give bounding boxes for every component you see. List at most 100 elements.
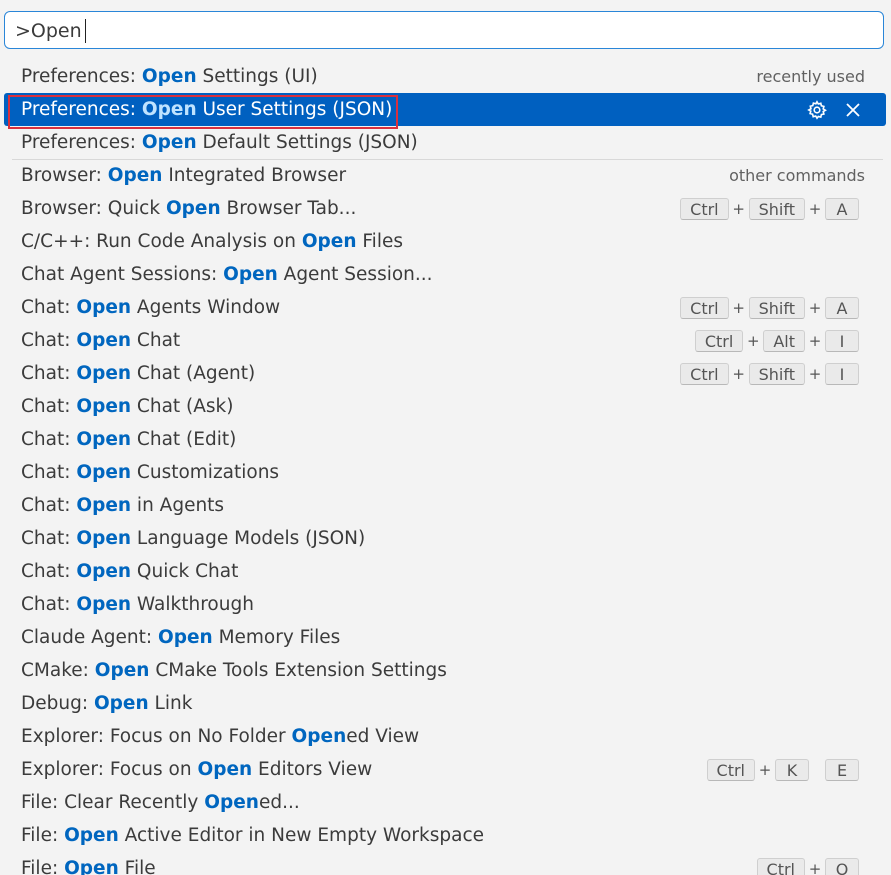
command-palette-input[interactable]: >Open	[4, 11, 884, 49]
command-item[interactable]: Chat: Open Agents Window Ctrl + Shift + A	[0, 291, 891, 324]
label-text: Preferences:	[21, 66, 142, 87]
command-item[interactable]: Chat: Open Language Models (JSON)	[0, 522, 891, 555]
match-highlight: Open	[76, 462, 132, 483]
command-item[interactable]: CMake: Open CMake Tools Extension Settin…	[0, 654, 891, 687]
match-highlight: Open	[291, 726, 347, 747]
command-item[interactable]: File: Open Active Editor in New Empty Wo…	[0, 819, 891, 852]
key-separator: +	[732, 364, 745, 383]
command-item[interactable]: Chat: Open Quick Chat	[0, 555, 891, 588]
label-text: Chat	[131, 330, 181, 351]
match-highlight: Open	[76, 528, 132, 549]
key-cap: Shift	[748, 197, 805, 220]
command-item[interactable]: Browser: Open Integrated Browser other co…	[0, 159, 891, 192]
key-cap: A	[825, 296, 859, 319]
key-separator: +	[732, 298, 745, 317]
label-text: Debug:	[21, 693, 94, 714]
label-text: File	[118, 858, 156, 875]
label-text: Default Settings (JSON)	[196, 132, 418, 153]
label-text: Chat:	[21, 396, 77, 417]
command-item[interactable]: Claude Agent: Open Memory Files	[0, 621, 891, 654]
label-text: CMake Tools Extension Settings	[149, 660, 447, 681]
command-item[interactable]: Explorer: Focus on No Folder Opened View	[0, 720, 891, 753]
label-text: Chat:	[21, 363, 77, 384]
match-highlight: Open	[158, 627, 213, 648]
command-item[interactable]: Chat: Open Walkthrough	[0, 588, 891, 621]
label-text: ed View	[346, 726, 420, 747]
label-text: Chat (Ask)	[131, 396, 234, 417]
label-text: Chat:	[21, 297, 77, 318]
search-input-value: >Open	[15, 20, 82, 42]
key-cap: Shift	[748, 362, 805, 385]
key-separator: +	[808, 859, 822, 875]
label-text: Chat Agent Sessions:	[21, 264, 224, 285]
key-separator: +	[808, 298, 822, 317]
command-item-label: File: Open Active Editor in New Empty Wo…	[21, 819, 484, 852]
label-text: Agents Window	[131, 297, 281, 318]
keybinding: Ctrl + O	[756, 857, 859, 875]
label-text: Quick Chat	[131, 561, 239, 582]
command-item[interactable]: Chat Agent Sessions: Open Agent Session.…	[0, 258, 891, 291]
command-item[interactable]: C/C++: Run Code Analysis on Open Files	[0, 225, 891, 258]
command-item[interactable]: Chat: Open in Agents	[0, 489, 891, 522]
close-icon[interactable]	[841, 98, 865, 122]
key-separator: +	[808, 199, 822, 218]
match-highlight: Open	[141, 99, 197, 120]
command-item[interactable]: Preferences: Open Default Settings (JSON…	[0, 126, 891, 159]
command-item-label: Explorer: Focus on Open Editors View	[21, 753, 372, 786]
label-text: Preferences:	[21, 132, 142, 153]
command-item-label: Chat: Open Chat (Ask)	[21, 390, 233, 423]
match-highlight: Open	[93, 693, 149, 714]
label-text: Link	[148, 693, 193, 714]
match-highlight: Open	[76, 363, 132, 384]
command-item[interactable]: Chat: Open Chat (Ask)	[0, 390, 891, 423]
command-item-label: Chat Agent Sessions: Open Agent Session.…	[21, 258, 433, 291]
command-item[interactable]: Chat: Open Chat (Agent) Ctrl + Shift + I	[0, 357, 891, 390]
label-text: Chat:	[21, 495, 77, 516]
gear-icon[interactable]	[805, 98, 829, 122]
group-label: recently used	[756, 67, 865, 86]
command-item-label: Preferences: Open User Settings (JSON)	[21, 93, 392, 126]
command-item[interactable]: Browser: Quick Open Browser Tab... Ctrl + S…	[0, 192, 891, 225]
match-highlight: Open	[76, 561, 132, 582]
command-item[interactable]: Chat: Open Chat (Edit)	[0, 423, 891, 456]
label-text: Active Editor in New Empty Workspace	[118, 825, 485, 846]
command-item-label: Preferences: Open Default Settings (JSON…	[21, 126, 418, 159]
command-item[interactable]: Explorer: Focus on Open Editors View Ctrl…	[0, 753, 891, 786]
label-text: Claude Agent:	[21, 627, 158, 648]
command-item[interactable]: Preferences: Open User Settings (JSON)	[0, 93, 891, 126]
label-text: Browser Tab...	[220, 198, 357, 219]
command-item[interactable]: Preferences: Open Settings (UI) recently …	[0, 60, 891, 93]
command-item[interactable]: Chat: Open Customizations	[0, 456, 891, 489]
command-item[interactable]: Debug: Open Link	[0, 687, 891, 720]
match-highlight: Open	[76, 429, 132, 450]
label-text: Preferences:	[21, 99, 142, 120]
command-item[interactable]: File: Clear Recently Opened...	[0, 786, 891, 819]
label-text: Chat:	[21, 594, 77, 615]
match-highlight: Open	[76, 330, 132, 351]
key-cap: Ctrl	[680, 296, 729, 319]
label-text: File: Clear Recently	[21, 792, 205, 813]
label-text: CMake:	[21, 660, 95, 681]
key-cap: I	[825, 329, 859, 352]
command-item[interactable]: File: Open File Ctrl + O	[0, 852, 891, 875]
match-highlight: Open	[64, 858, 119, 875]
key-separator: +	[747, 331, 760, 350]
command-item-label: Claude Agent: Open Memory Files	[21, 621, 340, 654]
match-highlight: Open	[197, 759, 253, 780]
label-text: Explorer: Focus on	[21, 759, 198, 780]
command-item-label: Chat: Open Quick Chat	[21, 555, 238, 588]
text-caret	[84, 19, 86, 43]
label-text: in Agents	[131, 495, 225, 516]
label-text: Browser: Quick	[21, 198, 166, 219]
label-text: Chat:	[21, 429, 77, 450]
command-item-label: Chat: Open Walkthrough	[21, 588, 254, 621]
command-item-label: C/C++: Run Code Analysis on Open Files	[21, 225, 403, 258]
command-item-label: Preferences: Open Settings (UI)	[21, 60, 318, 93]
command-item-label: Debug: Open Link	[21, 687, 192, 720]
command-palette: >Open Preferences: Open Settings (UI) rec…	[0, 0, 891, 875]
command-item-label: Explorer: Focus on No Folder Opened View	[21, 720, 419, 753]
key-cap: Ctrl	[706, 758, 755, 781]
keybinding: Ctrl + K E	[706, 758, 859, 781]
command-item[interactable]: Chat: Open Chat Ctrl + Alt + I	[0, 324, 891, 357]
key-cap: I	[825, 362, 859, 385]
